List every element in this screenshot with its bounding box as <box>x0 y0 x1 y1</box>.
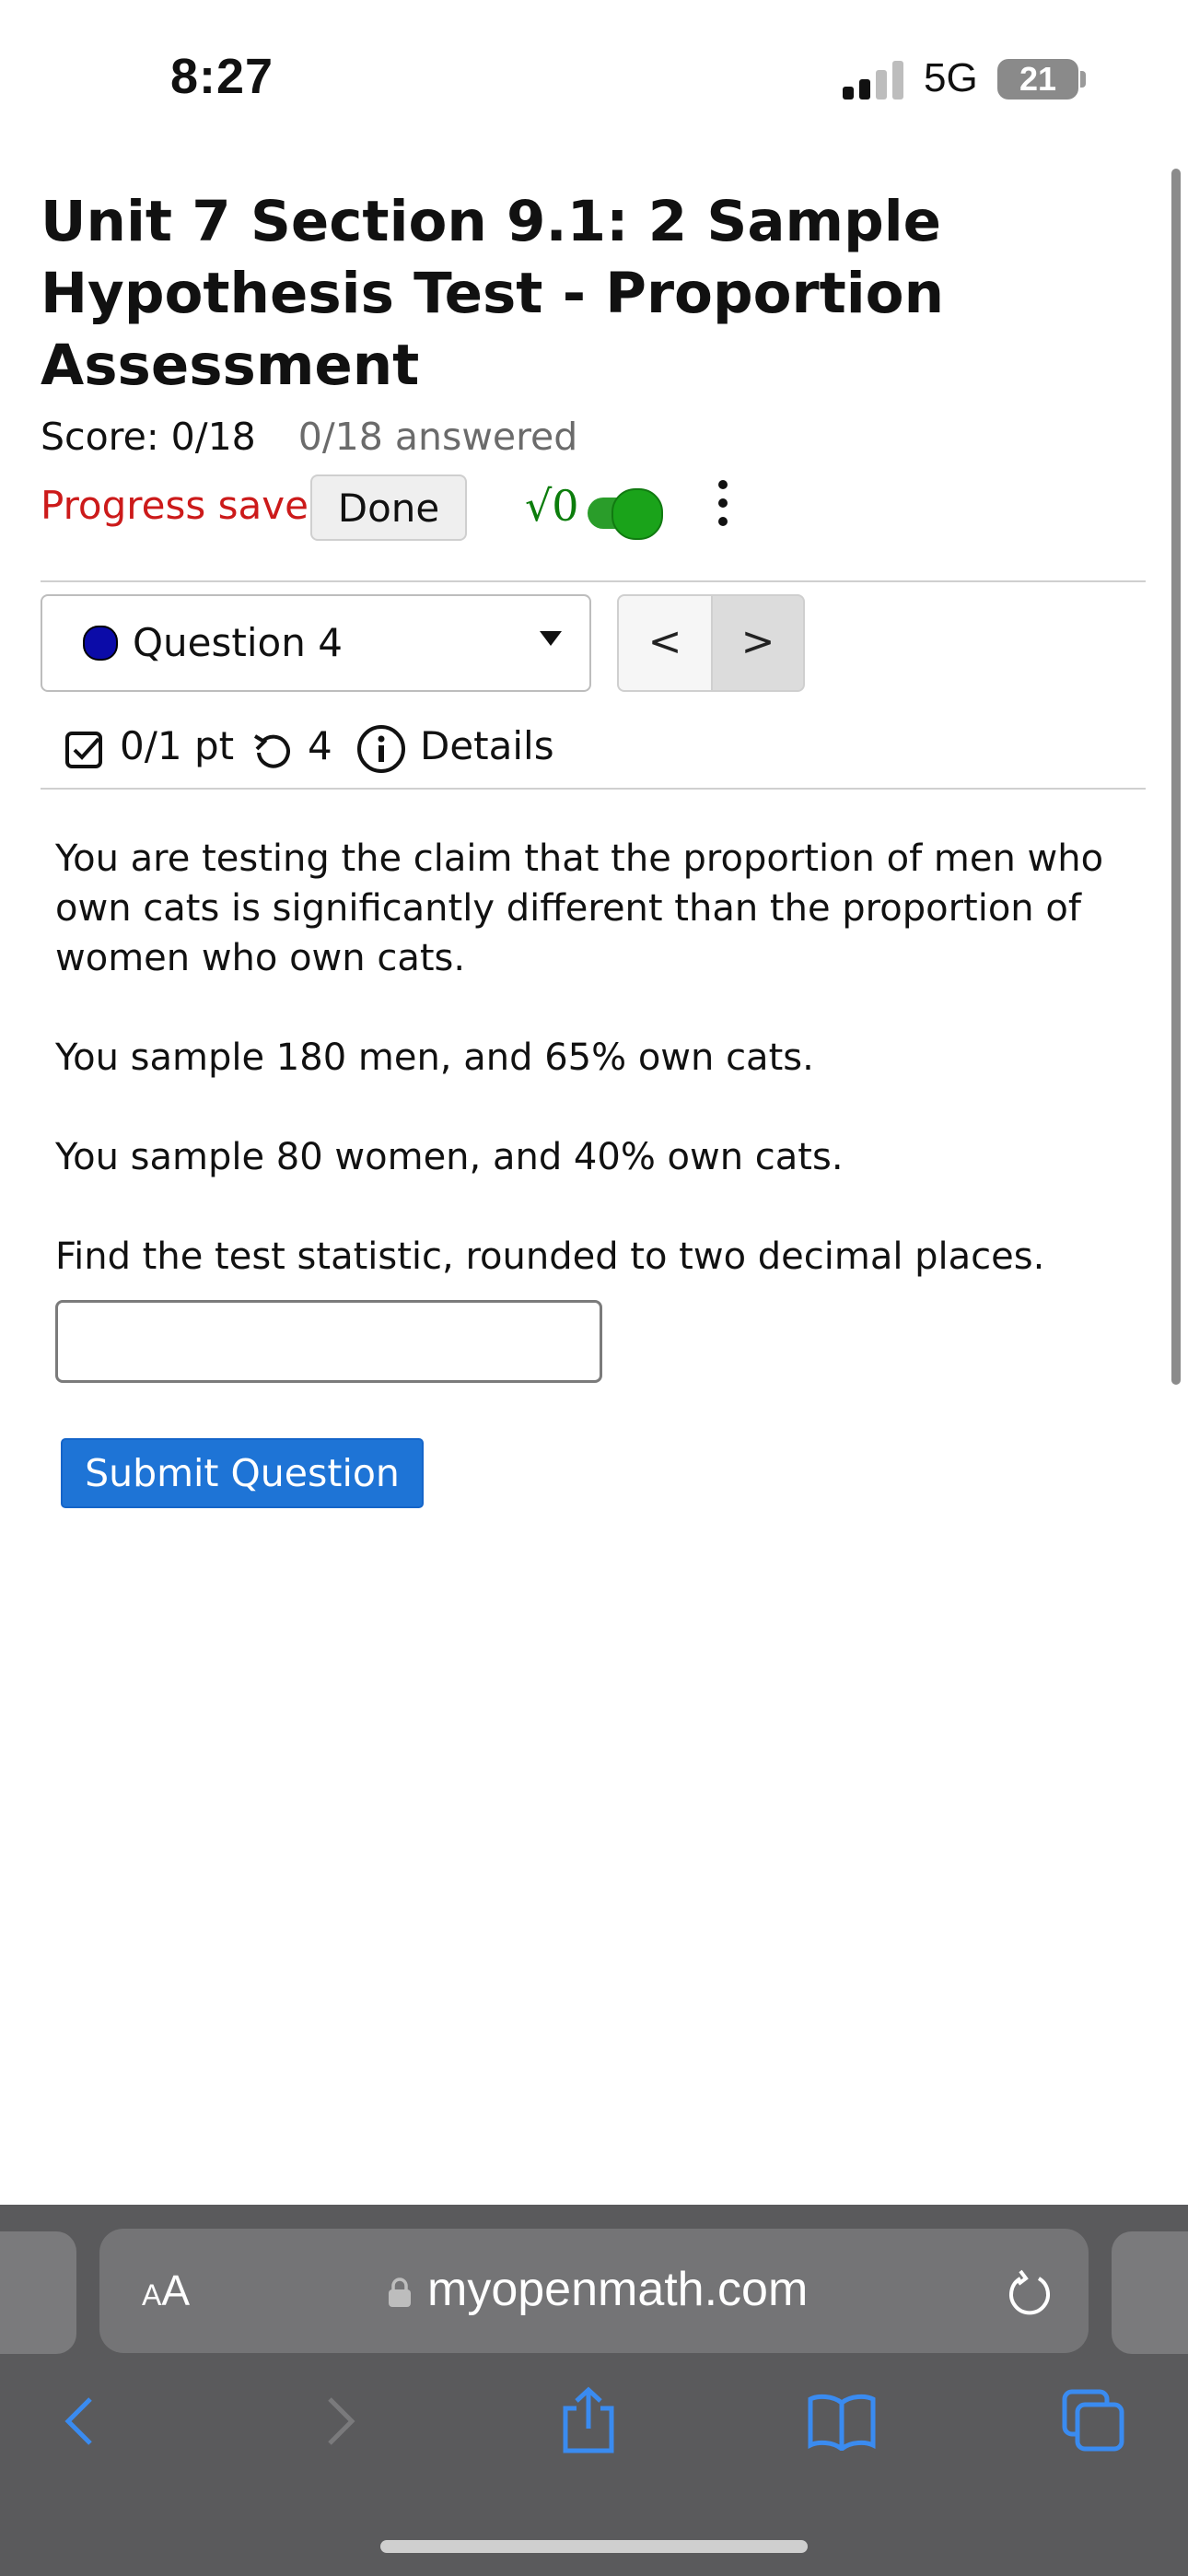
points-text: 0/1 pt <box>120 723 235 768</box>
answer-input[interactable] <box>55 1300 602 1383</box>
question-paragraph: You are testing the claim that the propo… <box>55 837 1104 979</box>
question-paragraph: You sample 80 women, and 40% own cats. <box>55 1136 844 1178</box>
progress-saved-status: Progress saved <box>41 483 333 528</box>
divider <box>41 788 1146 790</box>
status-time: 8:27 <box>170 49 274 104</box>
toggle-knob[interactable] <box>611 488 663 540</box>
previous-tab-preview[interactable] <box>0 2231 76 2354</box>
retry-icon <box>253 734 290 768</box>
score-text: Score: 0/18 <box>41 415 256 459</box>
signal-icon <box>843 61 903 100</box>
math-entry-icon[interactable]: √0 <box>525 481 579 531</box>
page-title: Unit 7 Section 9.1: 2 Sample Hypothesis … <box>41 189 945 398</box>
back-icon[interactable] <box>57 2394 103 2449</box>
question-select[interactable]: Question 4 <box>41 594 591 692</box>
status-bar: 8:27 5G 21 <box>0 0 1188 157</box>
scroll-indicator[interactable] <box>1171 169 1181 1385</box>
submit-question-button[interactable]: Submit Question <box>61 1438 424 1508</box>
score-line: Score: 0/18 0/18 answered <box>41 415 577 459</box>
answered-count: 0/18 answered <box>297 415 578 459</box>
details-link[interactable]: Details <box>420 723 554 768</box>
address-bar[interactable]: AA myopenmath.com <box>99 2229 1089 2353</box>
network-type: 5G <box>924 55 978 100</box>
reload-icon[interactable] <box>1002 2266 1057 2321</box>
lock-icon <box>389 2277 411 2307</box>
battery-icon: 21 <box>997 59 1078 100</box>
kebab-menu-icon[interactable] <box>709 474 737 541</box>
dropdown-caret-icon <box>540 631 562 646</box>
previous-question-button[interactable]: < <box>617 594 711 692</box>
reader-options-button[interactable]: AA <box>142 2266 190 2315</box>
forward-icon[interactable] <box>317 2394 363 2449</box>
retries-count: 4 <box>308 723 332 768</box>
next-question-button[interactable]: > <box>711 594 805 692</box>
divider <box>41 580 1146 582</box>
question-status-dot <box>83 626 118 661</box>
checkbox-icon <box>65 732 102 768</box>
info-icon[interactable] <box>355 723 407 775</box>
next-tab-preview[interactable] <box>1112 2231 1188 2354</box>
done-button[interactable]: Done <box>310 474 467 541</box>
question-paragraph: Find the test statistic, rounded to two … <box>55 1235 1045 1278</box>
share-icon[interactable] <box>556 2386 621 2454</box>
battery-nub <box>1080 71 1086 88</box>
chevron-right-icon: > <box>740 618 775 665</box>
bookmarks-icon[interactable] <box>807 2392 877 2451</box>
question-select-label: Question 4 <box>133 620 343 665</box>
chevron-left-icon: < <box>647 618 682 665</box>
question-paragraph: You sample 180 men, and 65% own cats. <box>55 1036 814 1079</box>
tabs-icon[interactable] <box>1061 2388 1125 2453</box>
question-body: You are testing the claim that the propo… <box>55 834 1142 1331</box>
home-indicator[interactable] <box>380 2540 808 2553</box>
url-text[interactable]: myopenmath.com <box>427 2262 808 2317</box>
